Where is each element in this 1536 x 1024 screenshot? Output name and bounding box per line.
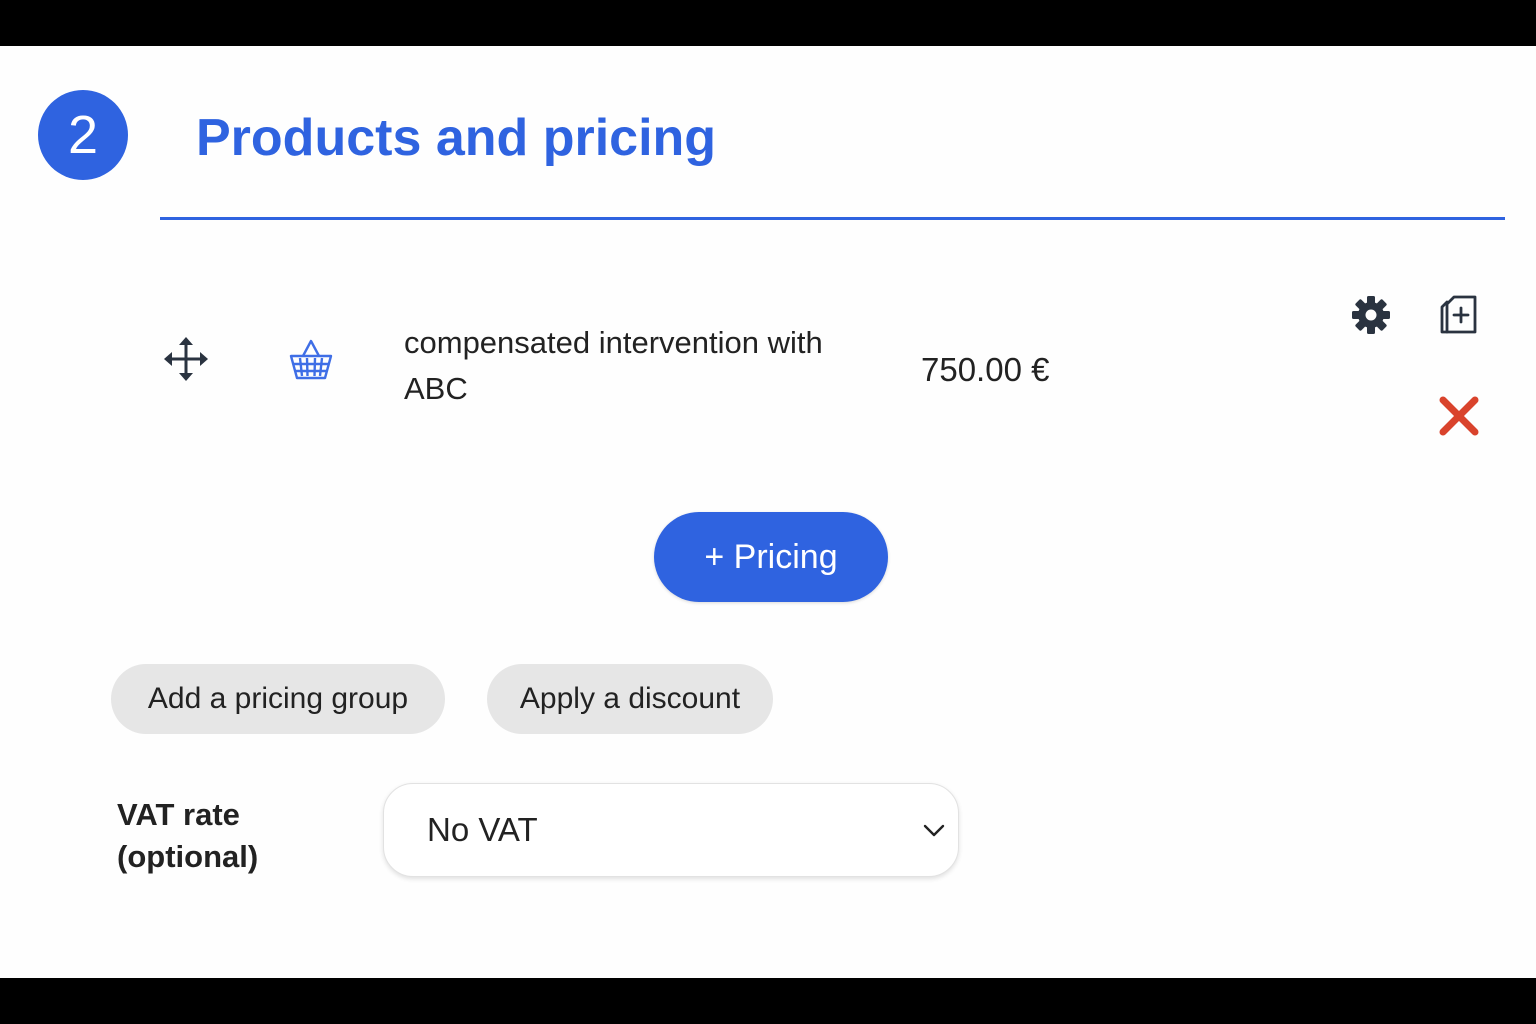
close-icon[interactable] bbox=[1437, 394, 1481, 438]
gear-icon[interactable] bbox=[1350, 294, 1392, 336]
move-icon[interactable] bbox=[163, 336, 209, 382]
vat-selected-value: No VAT bbox=[427, 811, 538, 848]
chevron-down-icon bbox=[922, 818, 946, 842]
vat-rate-select[interactable]: No VAT bbox=[383, 783, 959, 877]
section-divider bbox=[160, 217, 1505, 220]
letterbox-bottom bbox=[0, 978, 1536, 1024]
product-price: 750.00 € bbox=[921, 351, 1050, 388]
section-title: Products and pricing bbox=[196, 109, 717, 167]
step-number-badge: 2 bbox=[38, 90, 128, 180]
vat-rate-label: VAT rate (optional) bbox=[117, 797, 259, 874]
product-name: compensated intervention with ABC bbox=[404, 325, 823, 406]
add-pricing-button[interactable]: + Pricing bbox=[654, 512, 888, 602]
letterbox-top bbox=[0, 0, 1536, 46]
add-pricing-group-button[interactable]: Add a pricing group bbox=[111, 664, 445, 734]
basket-icon bbox=[288, 338, 334, 382]
apply-discount-button[interactable]: Apply a discount bbox=[487, 664, 773, 734]
products-pricing-panel: 2 Products and pricing compensated inter… bbox=[0, 46, 1536, 978]
duplicate-icon[interactable] bbox=[1437, 294, 1481, 336]
